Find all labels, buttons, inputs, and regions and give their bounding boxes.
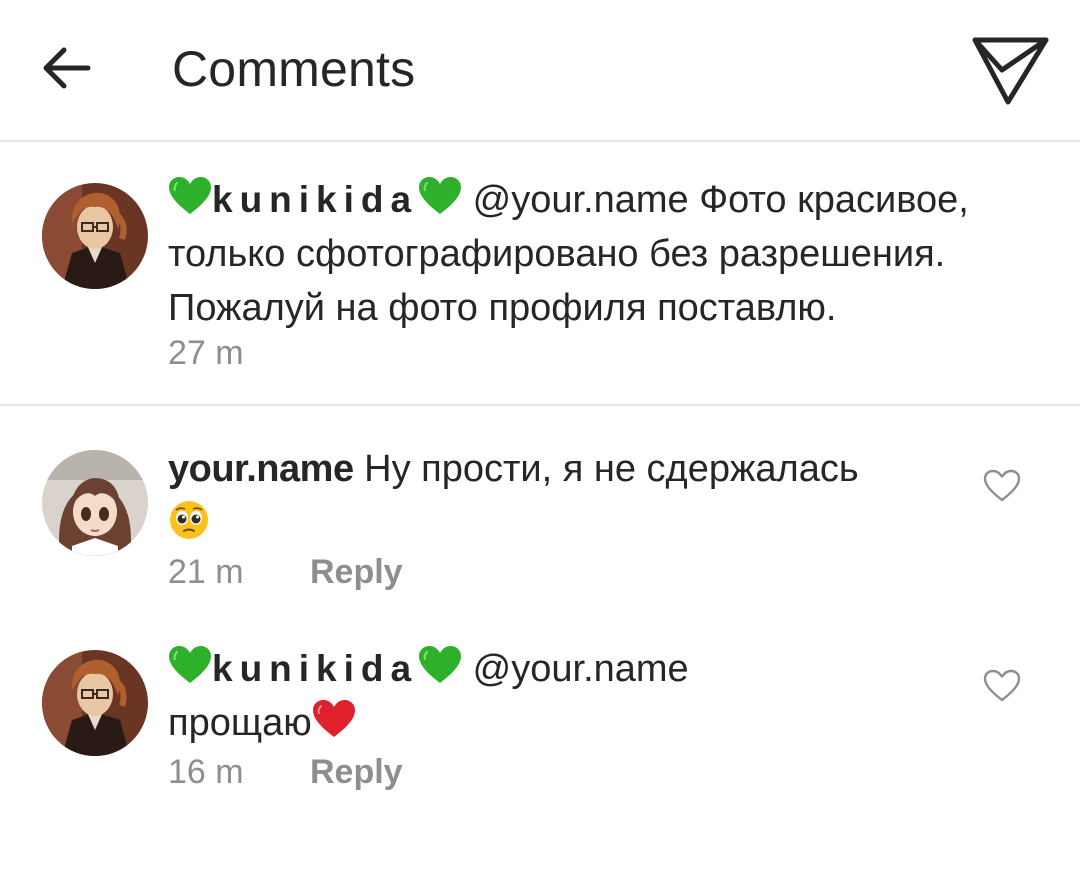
like-button[interactable] (982, 468, 1022, 504)
comment: your.name Ну прости, я не сдержалась (168, 442, 958, 550)
comment-time: 16 m (168, 753, 244, 791)
red-heart-icon (312, 699, 356, 739)
heart-outline-icon (983, 669, 1021, 702)
green-heart-icon (168, 645, 212, 685)
top-bar: Comments (0, 0, 1080, 142)
mention-link[interactable]: @your.name (473, 179, 689, 221)
green-heart-icon (418, 176, 462, 216)
like-button[interactable] (982, 668, 1022, 704)
arrow-left-icon (43, 47, 91, 89)
comment-body: прощаю (168, 702, 312, 744)
heart-outline-icon (983, 469, 1021, 502)
comment: kunikida @your.name прощаю (168, 642, 689, 750)
pleading-face-icon (170, 501, 208, 539)
comment-body-line1: Фото красивое, (699, 179, 969, 221)
mention-link[interactable]: @your.name (473, 648, 689, 690)
kunikida-avatar-image (42, 650, 148, 756)
reply-button[interactable]: Reply (310, 752, 403, 792)
avatar[interactable] (42, 183, 148, 289)
comment-time: 27 m (168, 334, 244, 372)
comment-caption: kunikida @your.name Фото красивое, тольк… (168, 173, 969, 335)
green-heart-icon (168, 176, 212, 216)
comment-username[interactable]: kunikida (212, 648, 418, 689)
comment-body: Ну прости, я не сдержалась (364, 448, 859, 490)
back-button[interactable] (36, 40, 96, 96)
page-title: Comments (172, 41, 416, 97)
share-button[interactable] (966, 30, 1054, 108)
paper-plane-icon (972, 37, 1049, 105)
reply-button[interactable]: Reply (310, 552, 403, 592)
comment-body-line3: Пожалуй на фото профиля поставлю. (168, 287, 837, 329)
avatar[interactable] (42, 650, 148, 756)
your-name-avatar-image (42, 450, 148, 556)
comment-time: 21 m (168, 553, 244, 591)
green-heart-icon (418, 645, 462, 685)
kunikida-avatar-image (42, 183, 148, 289)
avatar[interactable] (42, 450, 148, 556)
caption-divider (0, 404, 1080, 406)
comment-body-line2: только сфотографировано без разрешения. (168, 233, 946, 275)
comment-username[interactable]: kunikida (212, 179, 418, 220)
comment-username[interactable]: your.name (168, 448, 354, 490)
